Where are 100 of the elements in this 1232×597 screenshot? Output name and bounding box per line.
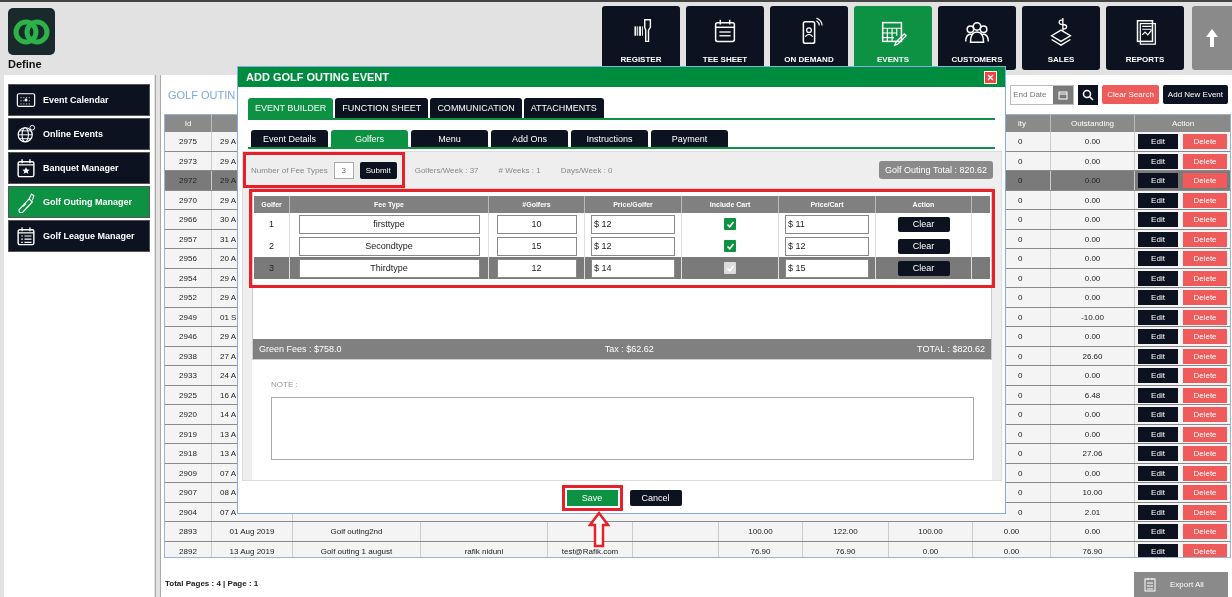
nav-tile[interactable]: SALES	[1022, 6, 1100, 70]
submit-button[interactable]: Submit	[359, 161, 397, 179]
edit-button[interactable]: Edit	[1138, 134, 1178, 150]
checkbox[interactable]	[724, 262, 736, 274]
table-row[interactable]: 2893 01 Aug 2019 Golf outing2nd 100.00 122.00 100.00 0.00 0.00 Edit Delete	[165, 522, 1230, 542]
fee-types-field[interactable]: 3	[333, 161, 354, 179]
calendar-icon[interactable]	[1058, 89, 1069, 100]
add-new-event-button[interactable]: Add New Event	[1162, 85, 1228, 105]
table-cell: 0.00	[1051, 210, 1135, 229]
sidebar-item[interactable]: Golf League Manager	[8, 220, 150, 252]
tab[interactable]: Instructions	[571, 130, 648, 147]
nav-tile[interactable]: CUSTOMERS	[938, 6, 1016, 70]
edit-button[interactable]: Edit	[1138, 309, 1178, 325]
sidebar-item[interactable]: Golf Outing Manager	[8, 186, 150, 218]
edit-button[interactable]: Edit	[1138, 212, 1178, 228]
tab[interactable]: EVENT BUILDER	[248, 98, 334, 118]
table-cell: 0.00	[1051, 464, 1135, 483]
table-cell: 2973	[165, 152, 212, 171]
sidebar-item[interactable]: Online Events	[8, 118, 150, 150]
edit-button[interactable]: Edit	[1138, 290, 1178, 306]
note-field[interactable]	[271, 397, 974, 460]
price-field[interactable]: $ 15	[785, 258, 869, 278]
edit-button[interactable]: Edit	[1138, 465, 1178, 481]
price-field[interactable]: $ 12	[785, 236, 869, 256]
edit-button[interactable]: Edit	[1138, 446, 1178, 462]
edit-button[interactable]: Edit	[1138, 348, 1178, 364]
price-field[interactable]: $ 14	[591, 258, 675, 278]
close-button[interactable]	[984, 70, 997, 84]
edit-button[interactable]: Edit	[1138, 368, 1178, 384]
table-cell: 2904	[165, 503, 212, 522]
scroll-up-button[interactable]	[1192, 6, 1232, 70]
table-cell: 2938	[165, 347, 212, 366]
table-cell: 2918	[165, 444, 212, 463]
table-cell: 3	[254, 257, 290, 279]
edit-button[interactable]: Edit	[1138, 329, 1178, 345]
tab[interactable]: COMMUNICATION	[430, 98, 522, 118]
edit-button[interactable]: Edit	[1138, 387, 1178, 403]
tab[interactable]: Add Ons	[491, 130, 568, 147]
edit-button[interactable]: Edit	[1138, 524, 1178, 540]
edit-button[interactable]: Edit	[1138, 192, 1178, 208]
edit-button[interactable]: Edit	[1138, 270, 1178, 286]
table-cell: 6.48	[1051, 386, 1135, 405]
table-cell: 2946	[165, 327, 212, 346]
checkbox[interactable]	[724, 218, 736, 230]
price-field[interactable]: $ 12	[591, 214, 675, 234]
golfers-field[interactable]: 15	[496, 236, 577, 256]
table-cell: 2893	[165, 522, 212, 541]
price-field[interactable]: $ 11	[785, 214, 869, 234]
table-cell: 2920	[165, 405, 212, 424]
table-cell: -10.00	[1051, 308, 1135, 327]
table-cell: 0.00	[1051, 366, 1135, 385]
sidebar-item[interactable]: Event Calendar	[8, 84, 150, 116]
table-cell: 2956	[165, 249, 212, 268]
fee-type-field[interactable]: Secondtype	[298, 236, 480, 256]
table-cell: 0.00	[1051, 288, 1135, 307]
edit-button[interactable]: Edit	[1138, 504, 1178, 520]
clear-button[interactable]: Clear	[897, 216, 950, 232]
end-date-field[interactable]: End Date	[1010, 84, 1075, 105]
logo-icon	[8, 8, 55, 55]
golfers-field[interactable]: 10	[496, 214, 577, 234]
table-cell: 100.00	[719, 522, 803, 541]
table-cell: 2907	[165, 483, 212, 502]
edit-button[interactable]: Edit	[1138, 426, 1178, 442]
save-button[interactable]: Save	[566, 490, 618, 506]
table-cell: 0.00	[1051, 522, 1135, 541]
tab[interactable]: Golfers	[331, 130, 408, 147]
edit-button[interactable]: Edit	[1138, 173, 1178, 189]
tab[interactable]: FUNCTION SHEET	[335, 98, 429, 118]
edit-button[interactable]: Edit	[1138, 543, 1178, 557]
edit-button[interactable]: Edit	[1138, 407, 1178, 423]
table-cell: Golf outing2nd	[293, 522, 421, 541]
edit-button[interactable]: Edit	[1138, 153, 1178, 169]
table-cell: 2975	[165, 132, 212, 151]
tab[interactable]: Event Details	[251, 130, 328, 147]
checkbox[interactable]	[724, 240, 736, 252]
search-button[interactable]	[1078, 84, 1099, 105]
dialog-title: ADD GOLF OUTING EVENT	[246, 71, 389, 83]
price-field[interactable]: $ 12	[591, 236, 675, 256]
clear-button[interactable]: Clear	[897, 260, 950, 276]
clear-button[interactable]: Clear	[897, 238, 950, 254]
stat-text: Days/Week : 0	[560, 165, 613, 175]
tab[interactable]: ATTACHMENTS	[523, 98, 604, 118]
fee-type-field[interactable]: firsttype	[298, 214, 480, 234]
golfers-field[interactable]: 12	[496, 258, 577, 278]
fee-type-field[interactable]: Thirdtype	[298, 258, 480, 278]
edit-button[interactable]: Edit	[1138, 251, 1178, 267]
table-cell: 2892	[165, 542, 212, 557]
cancel-button[interactable]: Cancel	[629, 490, 682, 506]
calendar-list-icon	[15, 225, 37, 247]
table-cell: rafik niduni	[421, 542, 548, 557]
tab[interactable]: Payment	[651, 130, 728, 147]
nav-tile[interactable]: REPORTS	[1106, 6, 1184, 70]
tab[interactable]: Menu	[411, 130, 488, 147]
table-cell: 2954	[165, 269, 212, 288]
table-cell: 13 Aug 2019	[212, 542, 293, 557]
fee-row[interactable]: 3 Thirdtype 12 $ 14 $ 15 Clear	[254, 257, 990, 279]
edit-button[interactable]: Edit	[1138, 231, 1178, 247]
sidebar-item[interactable]: Banquet Manager	[8, 152, 150, 184]
table-cell: 76.90	[719, 542, 803, 557]
edit-button[interactable]: Edit	[1138, 485, 1178, 501]
